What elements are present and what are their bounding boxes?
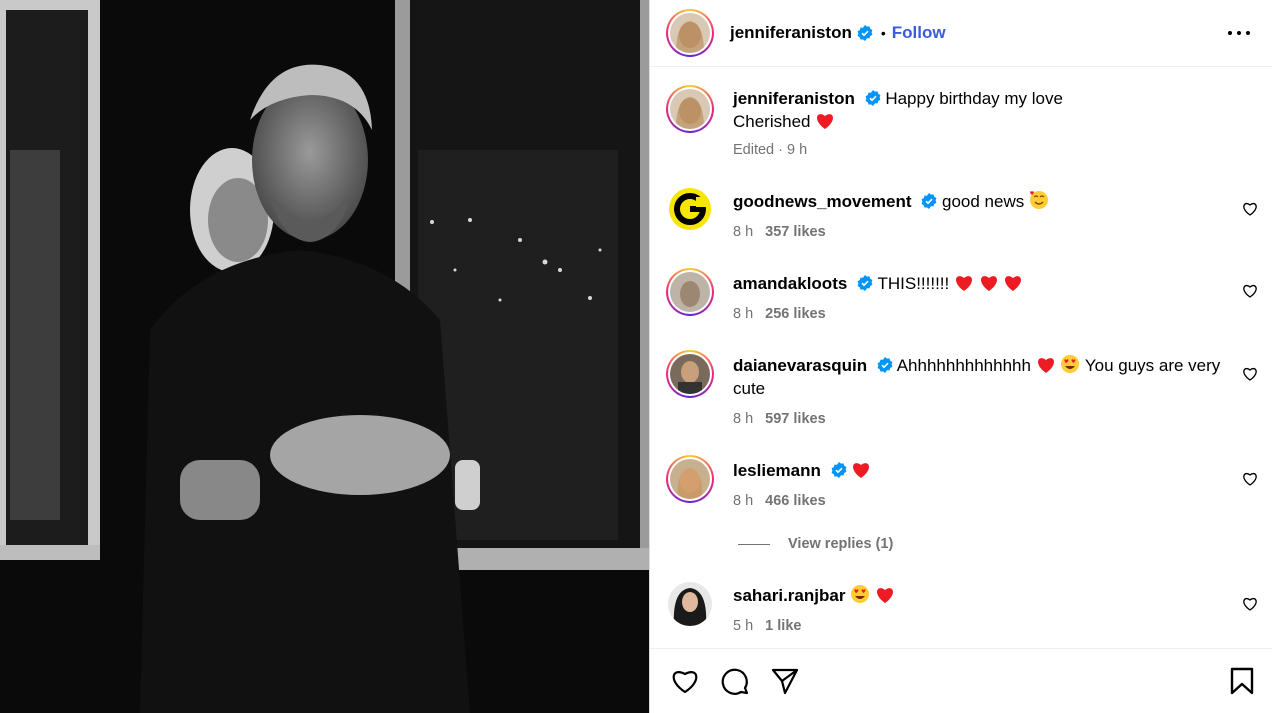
commenter-avatar[interactable]	[668, 582, 712, 626]
comment-likes[interactable]: 466 likes	[765, 493, 825, 509]
commenter-avatar[interactable]	[666, 268, 714, 316]
comment-likes[interactable]: 256 likes	[765, 306, 825, 322]
comment-username[interactable]: amandakloots	[733, 274, 847, 293]
comment-meta: 8 h 256 likes	[733, 306, 826, 322]
verified-icon	[857, 275, 873, 291]
comment-username[interactable]: goodnews_movement	[733, 192, 912, 211]
red-heart-emoji-icon	[876, 588, 893, 603]
verified-icon	[921, 193, 937, 209]
caption-meta: Edited · 9 h	[733, 142, 808, 158]
comment-text: Ahhhhhhhhhhhhh	[896, 356, 1031, 375]
commenter-avatar[interactable]	[666, 455, 714, 503]
commenter-avatar[interactable]	[666, 350, 714, 398]
red-heart-emoji-icon	[817, 114, 834, 129]
comment-meta: 8 h 466 likes	[733, 493, 826, 509]
heart-icon[interactable]	[1242, 201, 1258, 217]
post-photo[interactable]	[0, 0, 649, 713]
share-icon[interactable]	[770, 666, 800, 696]
red-heart-emoji-icon	[980, 276, 997, 291]
red-heart-emoji-icon	[1005, 276, 1022, 291]
verified-icon	[857, 25, 873, 41]
caption-line-1: Happy birthday my love	[885, 89, 1063, 108]
heart-icon[interactable]	[1242, 596, 1258, 612]
more-icon[interactable]	[1228, 22, 1250, 44]
comment-likes[interactable]: 1 like	[765, 618, 801, 634]
comment-text: THIS!!!!!!!	[877, 274, 950, 293]
like-icon[interactable]	[670, 666, 700, 696]
post-header: jenniferaniston • Follow	[650, 0, 1272, 67]
comment-username[interactable]: daianevarasquin	[733, 356, 867, 375]
red-heart-emoji-icon	[956, 276, 972, 291]
red-heart-emoji-icon	[1037, 358, 1054, 373]
comment-likes[interactable]: 357 likes	[765, 224, 825, 240]
verified-icon	[865, 90, 880, 106]
smiling-face-with-hearts-emoji-icon	[1029, 191, 1048, 209]
comment-meta: 8 h 357 likes	[733, 224, 826, 240]
comment-username[interactable]: sahari.ranjbar	[733, 586, 845, 605]
heart-icon[interactable]	[1242, 366, 1258, 382]
heart-eyes-emoji-icon	[851, 585, 870, 603]
comment-meta: 5 h1 like	[733, 618, 802, 634]
heart-icon[interactable]	[1242, 471, 1258, 487]
action-bar	[650, 648, 1272, 713]
verified-icon	[877, 357, 893, 373]
save-icon[interactable]	[1227, 666, 1257, 696]
heart-eyes-emoji-icon	[1061, 355, 1080, 373]
post-viewer: jenniferaniston • Follow jenniferaniston…	[0, 0, 1272, 713]
heart-icon[interactable]	[1242, 283, 1258, 299]
post-image	[0, 0, 649, 713]
comment-likes[interactable]: 597 likes	[765, 411, 825, 427]
comment-text: good news	[942, 192, 1025, 211]
follow-button[interactable]: Follow	[892, 23, 946, 43]
red-heart-emoji-icon	[853, 463, 870, 478]
author-avatar[interactable]	[666, 9, 714, 57]
caption-line-2: Cherished	[733, 112, 811, 131]
comment-icon[interactable]	[720, 666, 750, 696]
comment-username[interactable]: lesliemann	[733, 461, 821, 480]
comment-meta: 8 h 597 likes	[733, 411, 826, 427]
verified-icon	[831, 462, 847, 478]
caption-avatar[interactable]	[666, 85, 714, 133]
caption-username[interactable]: jenniferaniston	[733, 89, 855, 108]
view-replies-label: View replies (1)	[788, 536, 894, 552]
commenter-avatar[interactable]	[668, 187, 712, 231]
divider-line	[738, 543, 770, 545]
separator-dot: •	[880, 25, 886, 41]
post-panel: jenniferaniston • Follow jenniferaniston…	[649, 0, 1272, 713]
author-username[interactable]: jenniferaniston	[730, 23, 852, 43]
view-replies-button[interactable]: View replies (1)	[738, 536, 893, 552]
